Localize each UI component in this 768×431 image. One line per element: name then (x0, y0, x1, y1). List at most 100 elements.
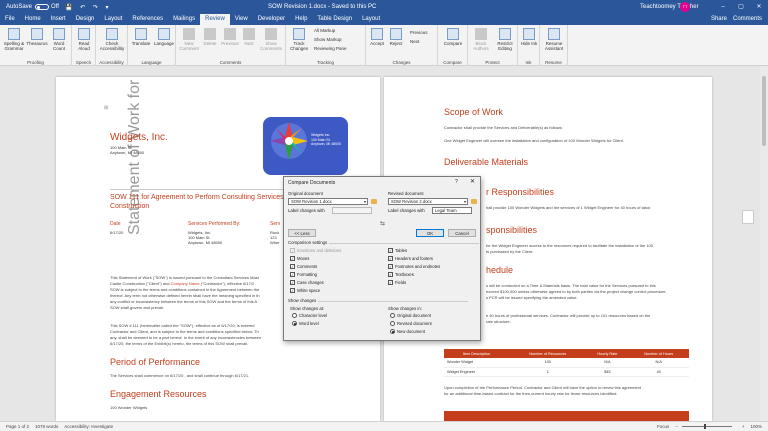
new-document-radio[interactable]: New document (390, 329, 425, 334)
tab-references[interactable]: References (127, 14, 168, 25)
ok-button[interactable]: OK (416, 229, 444, 237)
table-cell[interactable]: Widget Engineer (444, 367, 510, 377)
tab-developer[interactable]: Developer (253, 14, 290, 25)
tab-review[interactable]: Review (200, 14, 230, 25)
table-cell[interactable]: 40 (628, 367, 689, 377)
avatar[interactable]: TT (680, 2, 690, 12)
new-comment-button[interactable]: New Comment (179, 28, 199, 51)
folder-icon[interactable] (471, 199, 477, 204)
markup-dropdown[interactable]: All Markup (314, 28, 335, 33)
help-icon[interactable]: ? (455, 179, 458, 185)
show-comments-button[interactable]: Show Comments (258, 28, 284, 51)
contractor-responsibilities-heading: r Responsibilities (486, 187, 555, 197)
tab-home[interactable]: Home (20, 14, 46, 25)
reject-button[interactable]: Reject (387, 28, 405, 46)
delete-comment-button[interactable]: Delete (201, 28, 219, 46)
zoom-level[interactable]: 100% (750, 424, 762, 429)
headers-footers-checkbox[interactable]: ✓ Headers and footers (388, 256, 433, 261)
accept-button[interactable]: Accept (368, 28, 386, 46)
table-cell[interactable]: Wonder Widget (444, 358, 510, 368)
revised-label-changes-input[interactable]: Legal Team (432, 207, 472, 214)
focus-button[interactable]: Focus (657, 424, 669, 429)
revised-document-radio[interactable]: Revised document (390, 321, 432, 326)
zoom-in-icon[interactable]: + (742, 424, 745, 429)
tab-table-design[interactable]: Table Design (312, 14, 357, 25)
tab-insert[interactable]: Insert (46, 14, 71, 25)
tab-file[interactable]: File (0, 14, 20, 25)
character-level-radio[interactable]: Character level (292, 313, 327, 318)
resume-assistant-button[interactable]: Resume Assistant (542, 28, 566, 51)
tab-design[interactable]: Design (71, 14, 100, 25)
comments-button[interactable]: Comments (733, 14, 762, 25)
original-label-changes-input[interactable] (332, 207, 372, 214)
spelling-button[interactable]: Spelling & Grammar (3, 28, 25, 51)
table-cell[interactable]: $45 (586, 367, 629, 377)
maximize-icon[interactable]: ▢ (732, 0, 750, 14)
formatting-checkbox[interactable]: ✓ Formatting (290, 272, 317, 277)
share-button[interactable]: Share (711, 14, 727, 25)
search-box[interactable] (336, 2, 426, 12)
tab-layout[interactable]: Layout (99, 14, 127, 25)
language-button[interactable]: Language (153, 28, 175, 46)
case-changes-checkbox[interactable]: ✓ Case changes (290, 280, 324, 285)
compare-button[interactable]: Compare (441, 28, 465, 46)
fields-checkbox[interactable]: ✓ Fields (388, 280, 406, 285)
zoom-slider[interactable] (681, 424, 732, 429)
show-markup-button[interactable]: Show Markup (314, 37, 342, 42)
zoom-out-icon[interactable]: − (675, 424, 678, 429)
engagement-text: 100 Wonder Widgets (110, 405, 148, 410)
tab-mailings[interactable]: Mailings (168, 14, 200, 25)
moves-checkbox[interactable]: ✓ Moves (290, 256, 309, 261)
tab-help[interactable]: Help (290, 14, 312, 25)
textboxes-checkbox[interactable]: ✓ Textboxes (388, 272, 414, 277)
reviewing-pane-button[interactable]: Reviewing Pane (314, 46, 347, 51)
side-panel-icon[interactable] (742, 210, 754, 224)
word-count[interactable]: 1078 words (35, 424, 58, 429)
tab-table-layout[interactable]: Layout (357, 14, 385, 25)
scrollbar-thumb[interactable] (762, 76, 766, 146)
word-count-button[interactable]: Word Count (49, 28, 69, 51)
hide-ink-button[interactable]: Hide Ink (520, 28, 538, 46)
previous-change-button[interactable]: Previous (410, 30, 428, 35)
original-document-radio[interactable]: Original document (390, 313, 431, 318)
read-aloud-button[interactable]: Read Aloud (74, 28, 94, 51)
check-accessibility-button[interactable]: Check Accessibility (99, 28, 125, 51)
track-changes-button[interactable]: Track Changes (288, 28, 310, 51)
next-change-button[interactable]: Next (410, 39, 419, 44)
period-heading: Period of Performance (110, 357, 201, 367)
swap-documents-icon[interactable]: ⇆ (380, 220, 385, 227)
tab-view[interactable]: View (230, 14, 253, 25)
page-count[interactable]: Page 1 of 2 (6, 424, 29, 429)
minimize-icon[interactable]: – (714, 0, 732, 14)
comments-checkbox[interactable]: ✓ Comments (290, 264, 317, 269)
folder-icon[interactable] (371, 199, 377, 204)
close-icon[interactable]: ✕ (750, 0, 768, 14)
restrict-editing-button[interactable]: Restrict Editing (493, 28, 517, 51)
accessibility-status[interactable]: Accessibility: Investigate (64, 424, 113, 429)
table-cell[interactable]: N/A (586, 358, 629, 368)
cancel-button[interactable]: Cancel (448, 229, 476, 237)
quick-access-toolbar[interactable]: 💾 ↶ ↷ ▾ (65, 4, 112, 11)
less-button[interactable]: << Less (288, 229, 316, 237)
table-move-handle-icon[interactable]: ⊞ (104, 105, 108, 111)
thesaurus-button[interactable]: Thesaurus (26, 28, 48, 46)
word-level-radio[interactable]: Word level (292, 321, 319, 326)
company-address: 100 Main St. Anytown, MI 48000 (110, 145, 145, 155)
table-cell[interactable]: 100 (509, 358, 587, 368)
translate-button[interactable]: Translate (130, 28, 152, 46)
insertions-deletions-checkbox[interactable]: ✓ Insertions and deletions (290, 248, 341, 253)
vertical-scrollbar[interactable] (760, 66, 768, 421)
revised-document-select[interactable]: SOW Revision 2.docx (388, 198, 468, 205)
autosave-toggle[interactable] (35, 4, 50, 10)
hide-ink-icon (523, 28, 535, 40)
table-cell[interactable]: N/A (628, 358, 689, 368)
previous-comment-button[interactable]: Previous (220, 28, 240, 46)
block-authors-button[interactable]: Block Authors (470, 28, 492, 51)
original-document-select[interactable]: SOW Revision 1.docx (288, 198, 368, 205)
close-icon[interactable]: ✕ (470, 178, 475, 185)
footnotes-endnotes-checkbox[interactable]: ✓ Footnotes and endnotes (388, 264, 440, 269)
table-cell[interactable]: 1 (509, 367, 587, 377)
white-space-checkbox[interactable]: ✓ White space (290, 288, 320, 293)
next-comment-button[interactable]: Next (241, 28, 257, 46)
tables-checkbox[interactable]: ✓ Tables (388, 248, 407, 253)
